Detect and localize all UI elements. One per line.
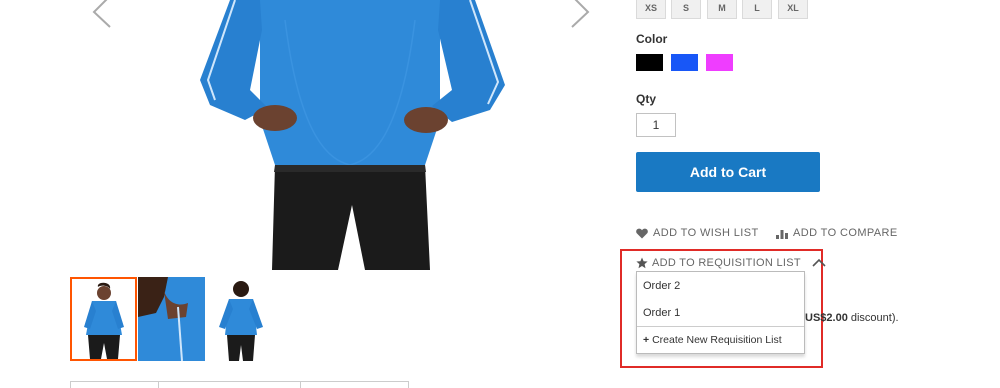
tab-divider (158, 382, 159, 388)
size-option-xs[interactable]: XS (636, 0, 666, 19)
size-option-l[interactable]: L (742, 0, 772, 19)
gallery-prev-button[interactable] (84, 0, 124, 28)
thumbnail-back[interactable] (207, 277, 274, 361)
size-option-xl[interactable]: XL (778, 0, 808, 19)
chevron-left-icon (92, 0, 111, 28)
wishlist-label: ADD TO WISH LIST (653, 227, 759, 239)
chevron-right-icon (571, 0, 590, 28)
size-option-m[interactable]: M (707, 0, 737, 19)
requisition-item-order-2[interactable]: Order 2 (643, 280, 680, 292)
discount-note: US$2.00 discount). (805, 312, 899, 324)
dropdown-divider (637, 326, 804, 327)
thumbnail-front-image (84, 282, 124, 359)
requisition-list-toggle[interactable]: ADD TO REQUISITION LIST (636, 257, 827, 269)
heart-icon (636, 228, 648, 238)
color-option-black[interactable] (636, 54, 663, 71)
star-icon (636, 257, 648, 269)
add-to-cart-button[interactable]: Add to Cart (636, 152, 820, 192)
product-main-image (200, 0, 505, 270)
discount-amount: US$2.00 (805, 312, 848, 324)
color-option-blue[interactable] (671, 54, 698, 71)
product-info-tabs (70, 381, 409, 388)
thumbnail-collar-image (138, 277, 205, 361)
create-requisition-list-button[interactable]: + Create New Requisition List (643, 334, 782, 346)
bar-chart-icon (776, 229, 788, 239)
plus-icon: + (643, 334, 650, 346)
qty-input[interactable]: 1 (636, 113, 676, 137)
color-option-purple[interactable] (706, 54, 733, 71)
product-gallery (70, 0, 610, 270)
color-label: Color (636, 32, 668, 46)
size-option-s[interactable]: S (671, 0, 701, 19)
gallery-next-button[interactable] (558, 0, 598, 28)
qty-label: Qty (636, 92, 657, 106)
add-to-compare-link[interactable]: ADD TO COMPARE (776, 227, 898, 239)
compare-label: ADD TO COMPARE (793, 227, 898, 239)
create-requisition-label: Create New Requisition List (652, 334, 782, 346)
requisition-toggle-label: ADD TO REQUISITION LIST (652, 257, 801, 269)
discount-suffix: discount). (847, 312, 899, 324)
thumbnail-back-image (219, 281, 263, 361)
add-to-wishlist-link[interactable]: ADD TO WISH LIST (636, 227, 759, 239)
requisition-list-dropdown: Order 2 Order 1 + Create New Requisition… (636, 271, 805, 354)
thumbnail-collar[interactable] (138, 277, 205, 361)
chevron-up-icon (812, 258, 826, 267)
tab-divider (300, 382, 301, 388)
requisition-item-order-1[interactable]: Order 1 (643, 307, 680, 319)
thumbnail-front[interactable] (70, 277, 137, 361)
